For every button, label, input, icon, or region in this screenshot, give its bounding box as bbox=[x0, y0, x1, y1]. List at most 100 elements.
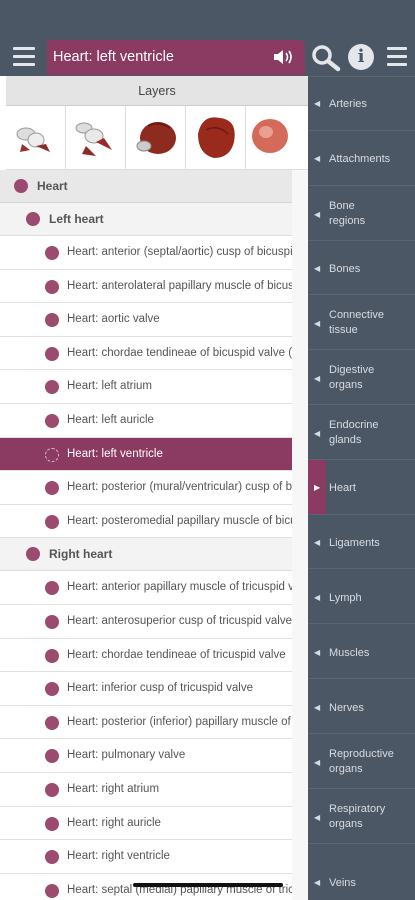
layer-thumbnail[interactable] bbox=[186, 106, 246, 170]
list-item[interactable]: Heart: right atrium bbox=[0, 773, 292, 807]
structure-dot-icon bbox=[45, 380, 59, 395]
list-item-label: Heart: anterosuperior cusp of tricuspid … bbox=[67, 615, 292, 627]
layer-thumbnail[interactable] bbox=[6, 106, 66, 170]
list-item[interactable]: Heart: anterior papillary muscle of tric… bbox=[0, 571, 292, 605]
list-item[interactable]: Heart: chordae tendineae of tricuspid va… bbox=[0, 638, 292, 673]
structure-dot-icon bbox=[45, 414, 59, 428]
structure-dot-icon bbox=[45, 279, 59, 294]
list-item-label: Heart: right ventricle bbox=[67, 850, 170, 863]
list-item[interactable]: Heart: right auricle bbox=[0, 806, 292, 841]
layer-thumbnail[interactable] bbox=[126, 106, 186, 170]
search-icon[interactable] bbox=[311, 44, 341, 72]
group-right-heart[interactable]: Right heart bbox=[0, 538, 292, 572]
list-item-label: Heart: pulmonary valve bbox=[67, 749, 186, 762]
structure-dot-icon bbox=[14, 179, 28, 193]
list-item-selected[interactable]: Heart: left ventricle bbox=[0, 437, 292, 472]
loading-spinner-icon bbox=[45, 447, 59, 462]
category-attachments[interactable]: ◀ Attachments bbox=[308, 130, 415, 185]
list-item-label: Heart: anterior (septal/aortic) cusp of … bbox=[67, 246, 292, 258]
category-label: Bone regions bbox=[329, 200, 366, 227]
hamburger-menu-icon[interactable] bbox=[13, 47, 35, 67]
caret-left-icon: ◀ bbox=[314, 264, 321, 273]
list-item[interactable]: Heart: right ventricle bbox=[0, 840, 292, 874]
category-label: Reproductive organs bbox=[329, 748, 394, 775]
list-item[interactable]: Heart: anterolateral papillary muscle of… bbox=[0, 269, 292, 304]
info-icon[interactable]: i bbox=[348, 44, 374, 70]
caret-left-icon: ◀ bbox=[314, 878, 321, 887]
category-label: Lymph bbox=[329, 592, 362, 604]
structure-dot-icon bbox=[45, 481, 59, 496]
list-item[interactable]: Heart: posterior (inferior) papillary mu… bbox=[0, 705, 292, 740]
category-nerves[interactable]: ◀ Nerves bbox=[308, 678, 415, 733]
structure-dot-icon bbox=[45, 749, 59, 764]
list-item-label: Heart: left ventricle bbox=[67, 447, 163, 460]
hamburger-menu-icon[interactable] bbox=[387, 47, 407, 67]
list-item-label: Heart: anterior papillary muscle of tric… bbox=[67, 581, 292, 594]
list-item[interactable]: Heart: pulmonary valve bbox=[0, 739, 292, 773]
list-item[interactable]: Heart: left auricle bbox=[0, 404, 292, 438]
category-reproductive-organs[interactable]: ◀ Reproductive organs bbox=[308, 733, 415, 788]
layer-thumbnail[interactable] bbox=[66, 106, 126, 170]
structure-dot-icon bbox=[45, 682, 59, 697]
list-item[interactable]: Heart: posteromedial papillary muscle of… bbox=[0, 504, 292, 539]
list-item[interactable]: Heart: left atrium bbox=[0, 370, 292, 404]
caret-right-icon: ▶ bbox=[314, 483, 321, 492]
title-bar: Heart: left ventricle bbox=[47, 40, 305, 75]
list-item[interactable]: Heart: posterior (mural/ventricular) cus… bbox=[0, 471, 292, 505]
category-veins[interactable]: ◀ Veins bbox=[308, 843, 415, 900]
structure-dot-icon bbox=[45, 581, 59, 596]
layer-thumbnail[interactable] bbox=[246, 106, 306, 170]
category-label: Heart bbox=[329, 482, 356, 494]
category-label: Nerves bbox=[329, 702, 364, 714]
category-digestive-organs[interactable]: ◀ Digestive organs bbox=[308, 349, 415, 404]
list-item-label: Heart: chordae tendineae of tricuspid va… bbox=[67, 648, 286, 661]
list-item[interactable]: Heart: chordae tendineae of bicuspid val… bbox=[0, 336, 292, 371]
list-item-label: Heart: right atrium bbox=[67, 783, 160, 795]
caret-left-icon: ◀ bbox=[314, 210, 321, 219]
category-connective-tissue[interactable]: ◀ Connective tissue bbox=[308, 294, 415, 349]
category-muscles[interactable]: ◀ Muscles bbox=[308, 623, 415, 678]
category-label: Veins bbox=[329, 877, 356, 889]
list-item[interactable]: Heart: aortic valve bbox=[0, 303, 292, 337]
caret-left-icon: ◀ bbox=[314, 813, 321, 822]
structure-dot-icon bbox=[45, 346, 59, 361]
structure-dot-icon bbox=[45, 850, 59, 865]
structure-dot-icon bbox=[45, 715, 59, 730]
scrollbar[interactable] bbox=[292, 170, 308, 900]
caret-left-icon: ◀ bbox=[314, 758, 321, 767]
speaker-icon[interactable] bbox=[273, 48, 295, 66]
layers-heading: Layers bbox=[6, 76, 308, 106]
category-ligaments[interactable]: ◀ Ligaments bbox=[308, 514, 415, 568]
list-item-label: Heart: left auricle bbox=[67, 414, 154, 426]
home-indicator[interactable] bbox=[133, 883, 283, 887]
category-label: Arteries bbox=[329, 98, 367, 110]
structure-dot-icon bbox=[45, 514, 59, 529]
layer-thumbnails bbox=[6, 106, 308, 170]
category-endocrine-glands[interactable]: ◀ Endocrine glands bbox=[308, 404, 415, 459]
layers-panel: Layers Heart Left heart Heart: anterior … bbox=[0, 76, 308, 900]
category-label: Endocrine glands bbox=[329, 419, 379, 446]
structure-dot-icon bbox=[45, 313, 59, 328]
category-arteries[interactable]: ◀ Arteries bbox=[308, 76, 415, 130]
category-bone-regions[interactable]: ◀ Bone regions bbox=[308, 185, 415, 240]
tree-root-heart[interactable]: Heart bbox=[0, 170, 292, 203]
list-item[interactable]: Heart: anterior (septal/aortic) cusp of … bbox=[0, 236, 292, 270]
caret-left-icon: ◀ bbox=[314, 99, 321, 108]
structure-dot-icon bbox=[45, 816, 59, 831]
structure-dot-icon bbox=[45, 648, 59, 663]
caret-left-icon: ◀ bbox=[314, 703, 321, 712]
list-item-label: Heart: anterolateral papillary muscle of… bbox=[67, 279, 292, 292]
list-item-label: Heart: right auricle bbox=[67, 816, 161, 829]
category-respiratory-organs[interactable]: ◀ Respiratory organs bbox=[308, 788, 415, 843]
list-item[interactable]: Heart: inferior cusp of tricuspid valve bbox=[0, 672, 292, 706]
category-bones[interactable]: ◀ Bones bbox=[308, 240, 415, 294]
list-item[interactable]: Heart: anterosuperior cusp of tricuspid … bbox=[0, 605, 292, 639]
category-lymph[interactable]: ◀ Lymph bbox=[308, 568, 415, 623]
group-left-heart[interactable]: Left heart bbox=[0, 203, 292, 236]
page-title: Heart: left ventricle bbox=[53, 49, 174, 65]
structure-dot-icon bbox=[26, 212, 40, 226]
structure-dot-icon bbox=[45, 783, 59, 797]
list-item-label: Heart: left atrium bbox=[67, 380, 152, 393]
category-heart[interactable]: ▶ Heart bbox=[308, 459, 415, 515]
list-item-label: Heart: chordae tendineae of bicuspid val… bbox=[67, 346, 292, 359]
